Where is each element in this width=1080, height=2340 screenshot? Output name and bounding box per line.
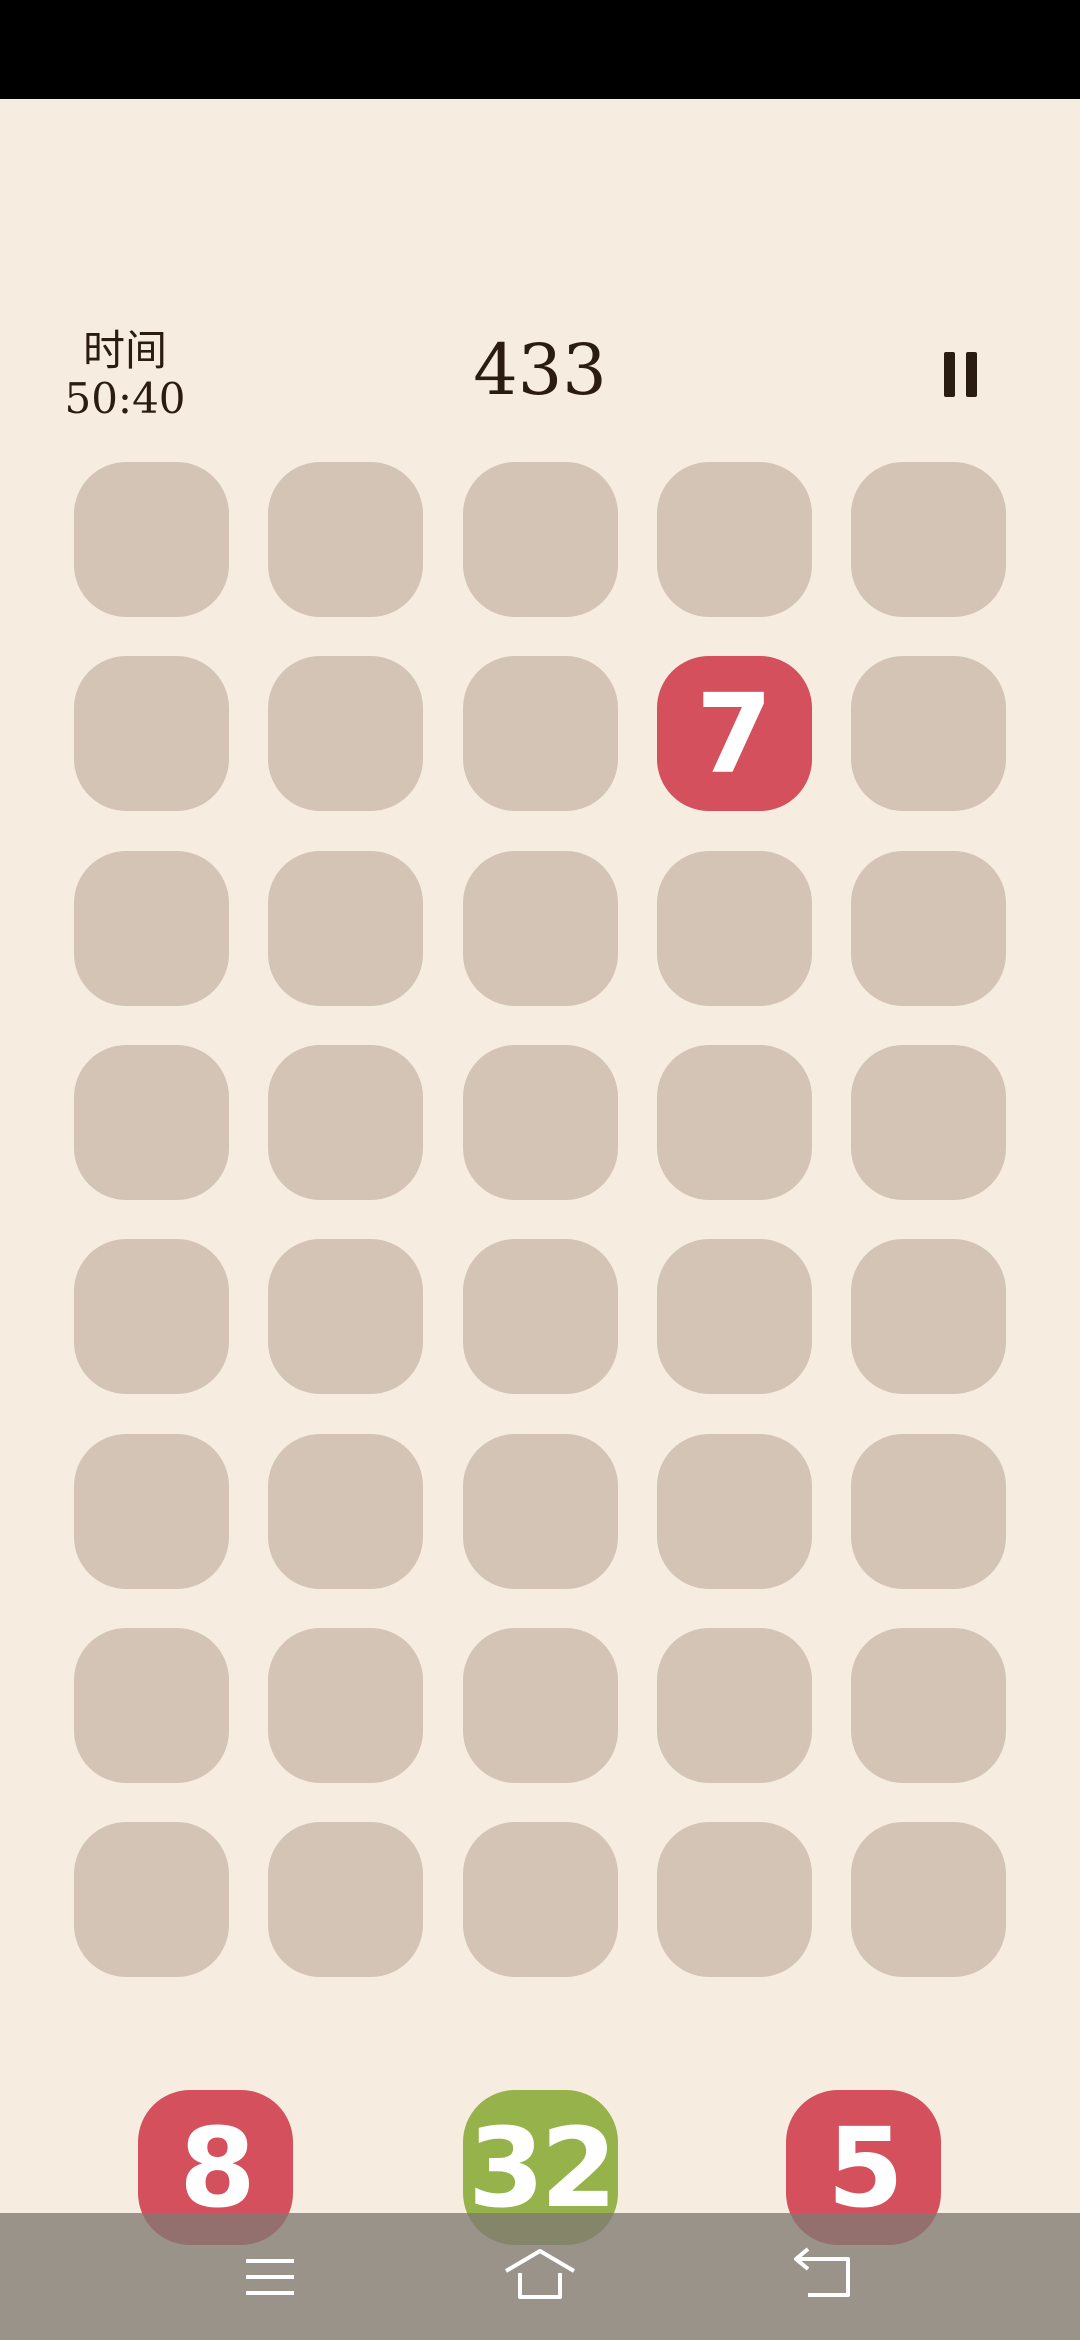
nav-home-button[interactable] <box>500 2241 580 2313</box>
board-cell[interactable] <box>656 1822 812 1978</box>
board-cell[interactable] <box>268 656 424 812</box>
board-cell[interactable] <box>74 656 229 812</box>
board-cell[interactable] <box>851 462 1006 617</box>
board-cell[interactable] <box>851 1627 1006 1783</box>
board-cell[interactable] <box>74 1433 229 1589</box>
board-cell[interactable] <box>268 1627 424 1783</box>
board-cell[interactable] <box>74 1044 229 1200</box>
board-cell[interactable] <box>851 1239 1006 1395</box>
timer-value: 50:40 <box>64 374 186 423</box>
board-cell[interactable] <box>462 462 618 617</box>
board-cell[interactable] <box>268 1433 424 1589</box>
pause-button[interactable] <box>930 345 990 405</box>
board-cell[interactable] <box>851 1433 1006 1589</box>
game-board: 7 <box>74 462 1006 1978</box>
home-icon <box>504 2249 576 2299</box>
board-cell[interactable] <box>656 1044 812 1200</box>
timer-label: 时间 <box>82 326 167 375</box>
menu-icon <box>246 2259 294 2295</box>
board-cell[interactable] <box>851 850 1006 1006</box>
board-cell[interactable] <box>656 1627 812 1783</box>
board-cell[interactable] <box>462 1433 618 1589</box>
nav-back-button[interactable] <box>782 2241 862 2313</box>
board-cell[interactable] <box>268 1822 424 1978</box>
board-cell[interactable] <box>74 850 229 1006</box>
board-cell[interactable] <box>656 1239 812 1395</box>
board-cell[interactable] <box>74 1822 229 1978</box>
board-cell[interactable] <box>462 850 618 1006</box>
board-cell[interactable] <box>656 462 812 617</box>
score-display: 433 <box>473 329 607 411</box>
board-cell[interactable] <box>74 462 229 617</box>
board-cell[interactable] <box>462 656 618 812</box>
board-cell[interactable] <box>656 850 812 1006</box>
board-cell[interactable] <box>268 1239 424 1395</box>
board-cell[interactable] <box>462 1822 618 1978</box>
board-cell[interactable] <box>656 1433 812 1589</box>
board-cell[interactable] <box>462 1239 618 1395</box>
board-cell[interactable] <box>74 1627 229 1783</box>
board-cell[interactable] <box>462 1044 618 1200</box>
board-cell[interactable] <box>851 1822 1006 1978</box>
board-cell[interactable] <box>268 1044 424 1200</box>
board-cell[interactable] <box>851 1044 1006 1200</box>
status-bar <box>0 0 1080 99</box>
board-tile[interactable]: 7 <box>656 656 812 812</box>
navigation-bar <box>0 2213 1080 2340</box>
board-cell[interactable] <box>268 462 424 617</box>
back-icon <box>794 2247 850 2297</box>
board-cell[interactable] <box>74 1239 229 1395</box>
board-cell[interactable] <box>268 850 424 1006</box>
board-cell[interactable] <box>462 1627 618 1783</box>
nav-menu-button[interactable] <box>230 2241 310 2313</box>
timer: 时间 50:40 <box>60 326 190 422</box>
board-cell[interactable] <box>851 656 1006 812</box>
